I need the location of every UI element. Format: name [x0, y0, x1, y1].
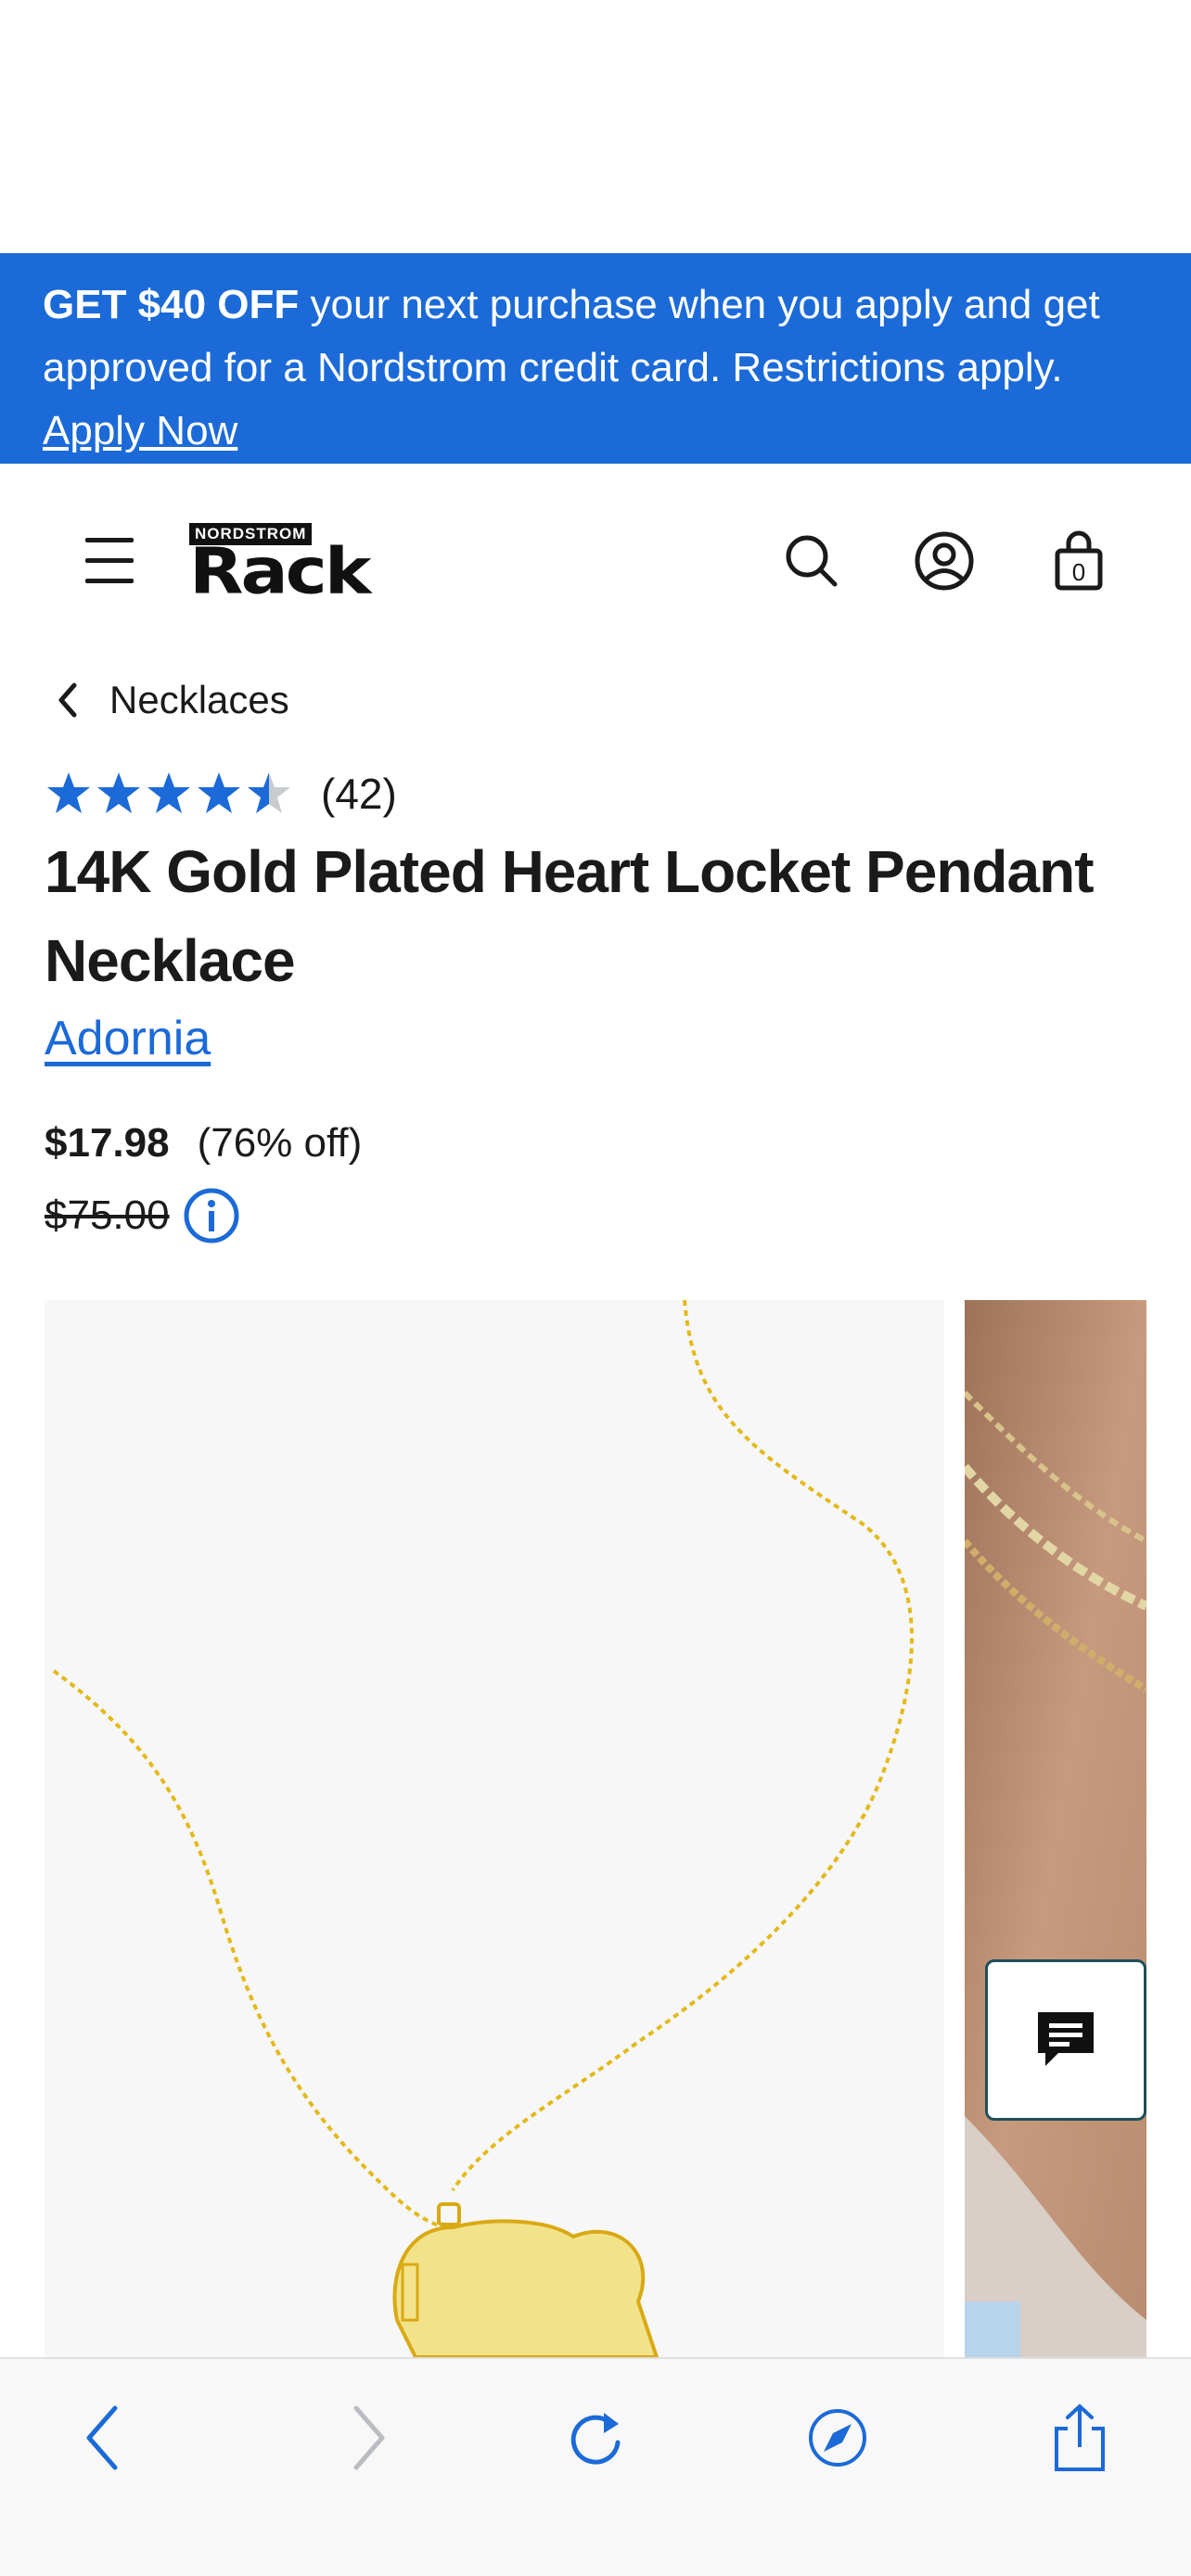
review-count: (42) — [321, 770, 397, 818]
star-icon — [198, 772, 240, 813]
star-icon — [147, 772, 190, 813]
model-image — [965, 1300, 1146, 2357]
account-icon[interactable] — [912, 529, 977, 593]
info-icon[interactable] — [183, 1187, 240, 1244]
brand-link[interactable]: Adornia — [45, 1011, 211, 1066]
forward-icon[interactable] — [327, 2396, 410, 2480]
bag-icon[interactable]: 0 — [1046, 529, 1111, 593]
promo-bold: GET $40 OFF — [43, 282, 300, 327]
search-icon[interactable] — [779, 529, 844, 593]
apply-now-link[interactable]: Apply Now — [43, 408, 237, 453]
breadcrumb[interactable]: Necklaces — [56, 668, 289, 733]
promo-banner: GET $40 OFF your next purchase when you … — [0, 253, 1191, 464]
product-image-main[interactable] — [45, 1300, 944, 2357]
logo-main-text: Rack — [189, 533, 371, 608]
compass-icon[interactable] — [796, 2396, 879, 2480]
hamburger-icon[interactable] — [85, 538, 137, 584]
price-row: $17.98 (76% off) — [45, 1120, 362, 1167]
current-price: $17.98 — [45, 1120, 170, 1166]
original-price: $75.00 — [45, 1192, 170, 1238]
breadcrumb-label: Necklaces — [109, 678, 289, 721]
product-title: 14K Gold Plated Heart Locket Pendant Nec… — [45, 838, 1095, 994]
chat-icon — [1038, 2012, 1094, 2066]
original-price-row: $75.00 — [45, 1187, 240, 1244]
bag-count: 0 — [1072, 558, 1085, 586]
rating[interactable]: (42) — [45, 762, 397, 825]
star-icon — [97, 772, 140, 813]
chevron-left-icon — [58, 682, 77, 718]
share-icon[interactable] — [1038, 2396, 1121, 2480]
star-icon — [47, 772, 90, 813]
product-image-secondary[interactable] — [965, 1300, 1146, 2357]
chat-button[interactable] — [985, 1959, 1146, 2121]
reload-icon[interactable] — [554, 2396, 637, 2480]
discount-percent: (76% off) — [197, 1120, 363, 1166]
browser-toolbar — [0, 2357, 1191, 2576]
site-header: NORDSTROM Rack 0 — [0, 464, 1191, 668]
back-icon[interactable] — [61, 2396, 145, 2480]
logo[interactable]: NORDSTROM Rack — [189, 523, 430, 606]
star-half-icon — [248, 772, 290, 813]
necklace-image — [52, 1300, 914, 2357]
